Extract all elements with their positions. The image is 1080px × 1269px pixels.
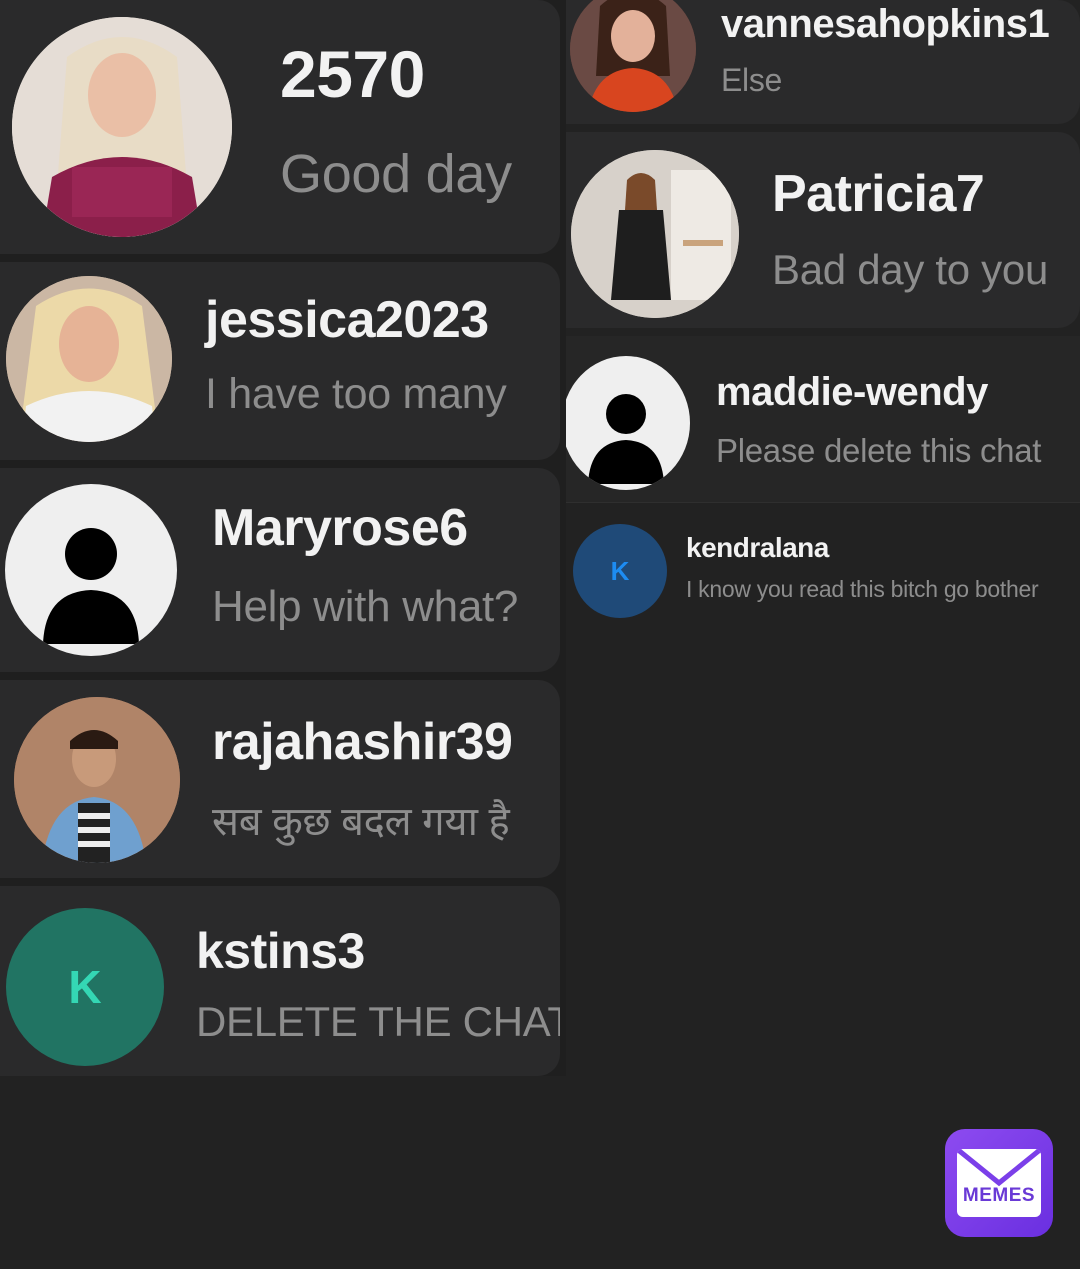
chat-preview: Please delete this chat [716, 432, 1042, 469]
chat-preview: Bad day to you [772, 246, 1048, 293]
chat-username: kendralana [686, 532, 829, 563]
avatar-photo-image [6, 276, 172, 442]
chat-preview: Else [721, 62, 783, 98]
chat-list-left: 2570 Good day jessica2023 I have too man… [0, 0, 566, 1076]
chat-row-kstins3[interactable]: K kstins3 DELETE THE CHAT [0, 886, 560, 1076]
avatar-photo-image [571, 150, 739, 318]
avatar-photo-image [14, 697, 180, 863]
chat-username: kstins3 [196, 923, 365, 979]
letter-avatar: K [6, 908, 164, 1066]
avatar-photo [12, 17, 232, 237]
chat-preview: Good day [280, 144, 512, 204]
memes-watermark[interactable]: MEMES [945, 1129, 1053, 1237]
chat-username: 2570 [280, 37, 425, 111]
watermark-label: MEMES [962, 1185, 1036, 1206]
divider [566, 502, 1080, 503]
chat-preview: Help with what? [212, 582, 519, 631]
chat-row-kendralana[interactable]: K kendralana I know you read this bitch … [566, 510, 1080, 630]
chat-preview: सब कुछ बदल गया है [212, 800, 510, 844]
avatar-photo-image [12, 17, 232, 237]
chat-row-vannesahopkins1[interactable]: vannesahopkins1 Else [566, 0, 1080, 124]
avatar-photo [571, 150, 739, 318]
default-person-icon [566, 356, 690, 490]
chat-preview: I have too many [205, 370, 507, 418]
chat-username: maddie-wendy [716, 370, 988, 414]
chat-username: rajahashir39 [212, 713, 513, 771]
chat-row-rajahashir39[interactable]: rajahashir39 सब कुछ बदल गया है [0, 680, 560, 878]
letter-avatar: K [573, 524, 667, 618]
chat-username: vannesahopkins1 [721, 2, 1050, 46]
chat-row-2570[interactable]: 2570 Good day [0, 0, 560, 254]
chat-username: jessica2023 [205, 291, 489, 349]
avatar-photo [570, 0, 696, 112]
avatar-letter: K [68, 961, 102, 1013]
chat-preview: I know you read this bitch go bother [686, 576, 1039, 602]
avatar-photo [14, 697, 180, 863]
chat-preview: DELETE THE CHAT [196, 998, 560, 1045]
envelope-icon: MEMES [957, 1149, 1041, 1217]
avatar-photo [6, 276, 172, 442]
chat-row-maddie-wendy[interactable]: maddie-wendy Please delete this chat [566, 336, 1080, 502]
avatar-letter: K [610, 555, 630, 586]
chat-row-patricia7[interactable]: Patricia7 Bad day to you [566, 132, 1080, 328]
chat-row-maryrose6[interactable]: Maryrose6 Help with what? [0, 468, 560, 672]
chat-username: Maryrose6 [212, 499, 468, 557]
avatar-photo-image [570, 0, 696, 112]
chat-list-right: vannesahopkins1 Else Patricia7 Bad day t… [566, 0, 1080, 1269]
chat-row-jessica2023[interactable]: jessica2023 I have too many [0, 262, 560, 460]
default-person-icon [5, 484, 177, 656]
chat-username: Patricia7 [772, 165, 985, 223]
